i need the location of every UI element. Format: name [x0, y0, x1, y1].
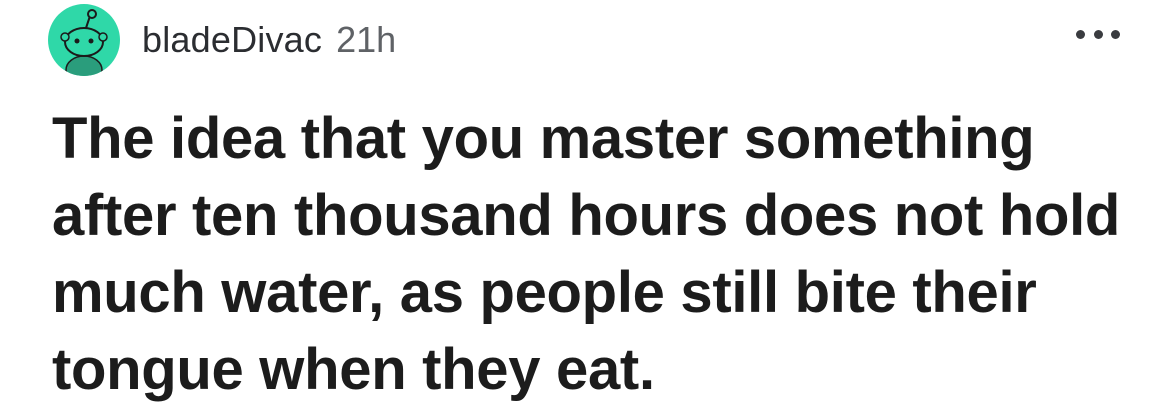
- post-timestamp: 21h: [336, 19, 397, 60]
- avatar[interactable]: [48, 4, 120, 76]
- dot-icon: [1093, 29, 1103, 39]
- post-body-text: The idea that you master something after…: [52, 106, 1121, 402]
- more-options-icon[interactable]: [1076, 24, 1120, 44]
- dot-icon: [1076, 29, 1085, 39]
- author-username[interactable]: bladeDivac: [142, 19, 322, 61]
- post-header: bladeDivac 21h: [48, 4, 396, 76]
- reddit-snoo-avatar-icon: [60, 9, 108, 76]
- post-card: bladeDivac 21h The idea that you master …: [0, 0, 1170, 413]
- dot-icon: [1111, 29, 1120, 39]
